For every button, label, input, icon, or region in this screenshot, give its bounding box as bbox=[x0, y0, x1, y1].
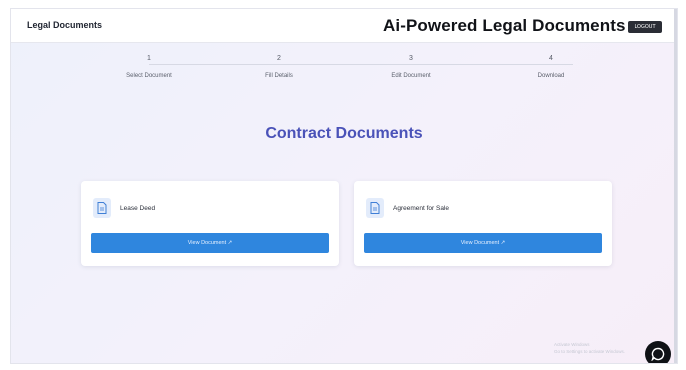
top-header: Legal Documents Ai-Powered Legal Documen… bbox=[11, 9, 677, 43]
step-label: Download bbox=[537, 73, 565, 79]
step-number: 1 bbox=[147, 55, 151, 62]
activation-watermark: Activate Windows Go to Settings to activ… bbox=[554, 341, 625, 355]
watermark-line: Activate Windows bbox=[554, 342, 590, 347]
step-edit-document[interactable]: 3 Edit Document bbox=[371, 53, 451, 79]
document-card-agreement-for-sale[interactable]: Agreement for Sale View Document ↗ bbox=[354, 181, 612, 266]
document-name: Lease Deed bbox=[120, 205, 156, 212]
view-document-button[interactable]: View Document ↗ bbox=[364, 233, 602, 253]
logout-button[interactable]: LOGOUT bbox=[628, 21, 662, 33]
document-icon bbox=[366, 198, 384, 218]
app-window: Legal Documents Ai-Powered Legal Documen… bbox=[10, 8, 678, 364]
step-label: Select Document bbox=[126, 73, 172, 79]
app-title: Ai-Powered Legal Documents bbox=[383, 16, 626, 35]
step-select-document[interactable]: 1 Select Document bbox=[109, 53, 189, 79]
section-title: Contract Documents bbox=[265, 125, 423, 142]
chat-icon bbox=[651, 347, 665, 361]
brand-link[interactable]: Legal Documents bbox=[27, 20, 102, 30]
progress-stepper: 1 Select Document 2 Fill Details 3 Edit … bbox=[11, 53, 677, 93]
step-number: 2 bbox=[277, 55, 281, 62]
chat-button[interactable] bbox=[645, 341, 671, 363]
watermark-line: Go to Settings to activate Windows. bbox=[554, 349, 626, 354]
document-icon bbox=[93, 198, 111, 218]
stepper-line bbox=[149, 64, 573, 65]
document-card-lease-deed[interactable]: Lease Deed View Document ↗ bbox=[81, 181, 339, 266]
step-number: 4 bbox=[549, 55, 553, 62]
step-label: Fill Details bbox=[265, 73, 293, 79]
view-document-button[interactable]: View Document ↗ bbox=[91, 233, 329, 253]
vertical-scrollbar[interactable] bbox=[674, 9, 677, 363]
step-label: Edit Document bbox=[391, 73, 431, 79]
document-name: Agreement for Sale bbox=[393, 205, 450, 212]
step-fill-details[interactable]: 2 Fill Details bbox=[239, 53, 319, 79]
step-number: 3 bbox=[409, 55, 413, 62]
step-download[interactable]: 4 Download bbox=[511, 53, 591, 79]
